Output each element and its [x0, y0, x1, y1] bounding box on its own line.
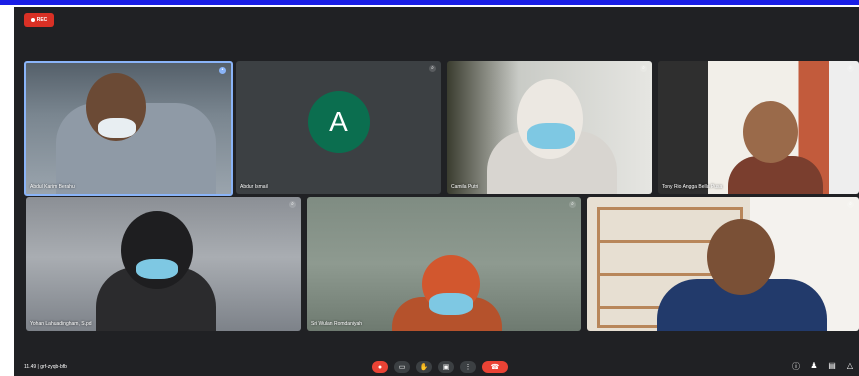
present-screen-icon[interactable]: ▣ — [438, 361, 454, 373]
participant-tile-2[interactable]: A ⌕ Abdur Ismail — [236, 61, 441, 194]
meeting-code: grf-zyqb-bfb — [40, 364, 67, 370]
camera-icon[interactable]: ▭ — [394, 361, 410, 373]
record-dot-icon — [30, 18, 35, 22]
face-mask — [136, 259, 178, 279]
face-mask — [527, 123, 575, 149]
meeting-time: 11.49 — [24, 364, 37, 370]
participant-name: Sri Wulan Romdaniyah — [311, 321, 363, 327]
activities-icon[interactable]: △ — [845, 361, 855, 372]
pin-icon[interactable]: ⌕ — [640, 65, 647, 72]
participant-name: Tony Rio Angga Bella Pusa — [662, 184, 723, 190]
browser-top-bar — [0, 0, 859, 5]
participant-tile-7[interactable]: ⌕ — [587, 197, 859, 331]
info-icon[interactable]: ⓘ — [791, 361, 801, 372]
meeting-toolbar: 11.49 | grf-zyqb-bfb ● ▭ ✋ ▣ ⋮ ☎ ⓘ ♟ ▤ △ — [14, 358, 859, 376]
participant-name: Abdur Ismail — [240, 184, 268, 190]
face-mask — [429, 293, 473, 315]
microphone-off-icon[interactable]: ● — [372, 361, 388, 373]
recording-label: REC — [36, 17, 48, 23]
call-controls: ● ▭ ✋ ▣ ⋮ ☎ — [372, 361, 508, 373]
participant-avatar: A — [307, 90, 370, 153]
pin-icon[interactable]: ⌕ — [429, 65, 436, 72]
participant-name: Camila Putri — [451, 184, 479, 190]
pin-icon[interactable]: ⌕ — [289, 201, 296, 208]
participant-tile-1[interactable]: • Abdul Karim Berahu — [24, 61, 233, 196]
chat-icon[interactable]: ▤ — [827, 361, 837, 372]
raise-hand-icon[interactable]: ✋ — [416, 361, 432, 373]
side-controls: ⓘ ♟ ▤ △ — [791, 361, 855, 372]
pin-icon[interactable]: ⌕ — [847, 201, 854, 208]
participant-tile-5[interactable]: ⌕ Yohan Lahuadingham, S.pd — [26, 197, 301, 331]
face-mask — [98, 118, 136, 138]
meeting-stage: REC • Abdul Karim Berahu A ⌕ Abdur Ismai… — [14, 7, 859, 376]
people-icon[interactable]: ♟ — [809, 361, 819, 372]
meeting-info: 11.49 | grf-zyqb-bfb — [24, 364, 67, 370]
recording-badge: REC — [24, 13, 54, 27]
participant-name: Abdul Karim Berahu — [30, 184, 75, 190]
participant-tile-3[interactable]: ⌕ Camila Putri — [447, 61, 652, 194]
end-call-icon[interactable]: ☎ — [482, 361, 508, 373]
pin-icon[interactable]: ⌕ — [569, 201, 576, 208]
participant-tile-4[interactable]: ⌕ Tony Rio Angga Bella Pusa — [658, 61, 859, 194]
participant-name: Yohan Lahuadingham, S.pd — [30, 321, 92, 327]
participant-head — [707, 219, 775, 295]
speaking-indicator-icon: • — [219, 67, 226, 74]
meeting-separator: | — [37, 364, 39, 370]
more-options-icon[interactable]: ⋮ — [460, 361, 476, 373]
participant-head — [743, 101, 798, 163]
pin-icon[interactable]: ⌕ — [847, 65, 854, 72]
participant-tile-6[interactable]: ⌕ Sri Wulan Romdaniyah — [307, 197, 581, 331]
